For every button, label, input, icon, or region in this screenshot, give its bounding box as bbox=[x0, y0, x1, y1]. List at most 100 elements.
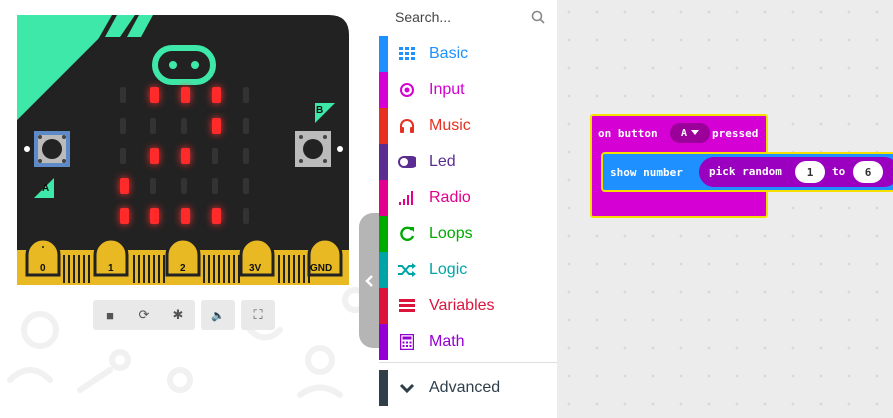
category-label: Math bbox=[429, 333, 465, 350]
led-1-4 bbox=[243, 118, 249, 134]
led-3-4 bbox=[243, 178, 249, 194]
led-1-2 bbox=[181, 118, 187, 134]
category-label: Radio bbox=[429, 189, 471, 206]
led-4-0 bbox=[120, 208, 129, 224]
category-advanced[interactable]: Advanced bbox=[379, 370, 557, 406]
signal-icon bbox=[398, 189, 416, 207]
sim-control-group-mute: 🔈 bbox=[201, 300, 235, 330]
led-3-2 bbox=[181, 178, 187, 194]
pin-0-label: 0 bbox=[40, 263, 46, 274]
led-0-1 bbox=[150, 87, 159, 103]
button-b-label: B bbox=[316, 105, 324, 116]
button-dropdown[interactable]: A bbox=[670, 123, 710, 143]
mute-button[interactable]: 🔈 bbox=[201, 300, 235, 330]
target-icon bbox=[398, 81, 416, 99]
led-3-3 bbox=[212, 178, 218, 194]
category-math[interactable]: Math bbox=[379, 324, 557, 360]
speaker-icon: 🔈 bbox=[211, 309, 225, 322]
pick-random-block[interactable]: pick random 1 to 6 bbox=[699, 157, 893, 187]
show-number-block[interactable]: show number pick random 1 to 6 bbox=[601, 152, 893, 192]
event-prefix-text: on button bbox=[598, 127, 658, 140]
grid-icon bbox=[398, 45, 416, 63]
restart-button[interactable]: ⟳ bbox=[127, 300, 161, 330]
led-1-3 bbox=[212, 118, 221, 134]
led-2-3 bbox=[212, 148, 218, 164]
led-0-0 bbox=[120, 87, 126, 103]
chevron-left-icon bbox=[365, 274, 373, 287]
led-2-0 bbox=[120, 148, 126, 164]
headphones-icon bbox=[398, 117, 416, 135]
lines-icon bbox=[398, 297, 416, 315]
collapse-simulator-button[interactable] bbox=[359, 213, 379, 348]
pin-gnd-label: GND bbox=[310, 263, 333, 274]
led-2-2 bbox=[181, 148, 190, 164]
category-label: Logic bbox=[429, 261, 468, 278]
category-label: Loops bbox=[429, 225, 473, 242]
category-label: Basic bbox=[429, 45, 469, 62]
pin-1-label: 1 bbox=[108, 263, 114, 274]
led-0-4 bbox=[243, 87, 249, 103]
pick-random-label: pick random bbox=[709, 165, 782, 178]
pin-2-label: 2 bbox=[180, 263, 186, 274]
led-2-1 bbox=[150, 148, 159, 164]
led-0-2 bbox=[181, 87, 190, 103]
led-0-3 bbox=[212, 87, 221, 103]
calculator-icon bbox=[398, 333, 416, 351]
microbit-board: A B 0 1 2 3V GND bbox=[17, 15, 349, 285]
toggle-icon bbox=[398, 153, 416, 171]
led-3-0 bbox=[120, 178, 129, 194]
blocks-workspace[interactable]: on button A pressed show number pick ran… bbox=[557, 0, 893, 418]
simulator-controls: ■ ⟳ ✱ 🔈 ⛶ bbox=[93, 300, 275, 330]
show-number-label: show number bbox=[610, 166, 683, 179]
category-label: Led bbox=[429, 153, 456, 170]
category-label: Variables bbox=[429, 297, 495, 314]
category-logic[interactable]: Logic bbox=[379, 252, 557, 288]
button-a[interactable] bbox=[34, 131, 70, 167]
bug-icon: ✱ bbox=[172, 307, 184, 322]
led-1-0 bbox=[120, 118, 126, 134]
category-music[interactable]: Music bbox=[379, 108, 557, 144]
fullscreen-button[interactable]: ⛶ bbox=[241, 300, 275, 330]
stop-icon: ■ bbox=[106, 307, 114, 323]
led-4-3 bbox=[212, 208, 221, 224]
random-from-input[interactable]: 1 bbox=[795, 161, 825, 183]
led-4-4 bbox=[243, 208, 249, 224]
led-1-1 bbox=[150, 118, 156, 134]
simulator-panel: A B 0 1 2 3V GND ■ ⟳ ✱ 🔈 ⛶ bbox=[0, 0, 379, 418]
search-icon[interactable] bbox=[531, 10, 545, 24]
fullscreen-icon: ⛶ bbox=[253, 307, 263, 322]
chevron-down-icon bbox=[398, 379, 416, 397]
category-loops[interactable]: Loops bbox=[379, 216, 557, 252]
button-dropdown-value: A bbox=[680, 127, 688, 139]
restart-icon: ⟳ bbox=[138, 307, 150, 322]
category-basic[interactable]: Basic bbox=[379, 36, 557, 72]
category-label: Music bbox=[429, 117, 471, 134]
pin-3v-label: 3V bbox=[249, 263, 262, 274]
button-a-label: A bbox=[42, 183, 50, 194]
category-label: Input bbox=[429, 81, 465, 98]
category-input[interactable]: Input bbox=[379, 72, 557, 108]
category-led[interactable]: Led bbox=[379, 144, 557, 180]
category-radio[interactable]: Radio bbox=[379, 180, 557, 216]
toolbox: Basic Input Music Led Radio Loops bbox=[379, 0, 557, 418]
debug-button[interactable]: ✱ bbox=[161, 300, 195, 330]
led-4-1 bbox=[150, 208, 159, 224]
category-variables[interactable]: Variables bbox=[379, 288, 557, 324]
button-b[interactable] bbox=[295, 131, 331, 167]
random-to-input[interactable]: 6 bbox=[853, 161, 883, 183]
sim-control-group-fullscreen: ⛶ bbox=[241, 300, 275, 330]
search-input[interactable] bbox=[393, 8, 537, 26]
stop-button[interactable]: ■ bbox=[93, 300, 127, 330]
caret-down-icon bbox=[691, 130, 700, 135]
toolbox-search bbox=[379, 0, 557, 36]
led-4-2 bbox=[181, 208, 190, 224]
led-2-4 bbox=[243, 148, 249, 164]
sim-control-group-main: ■ ⟳ ✱ bbox=[93, 300, 195, 330]
refresh-icon bbox=[398, 225, 416, 243]
toolbox-divider bbox=[379, 362, 557, 363]
to-label: to bbox=[832, 165, 846, 178]
event-suffix-text: pressed bbox=[712, 127, 759, 140]
shuffle-icon bbox=[398, 261, 416, 279]
led-3-1 bbox=[150, 178, 156, 194]
category-label: Advanced bbox=[429, 379, 501, 396]
